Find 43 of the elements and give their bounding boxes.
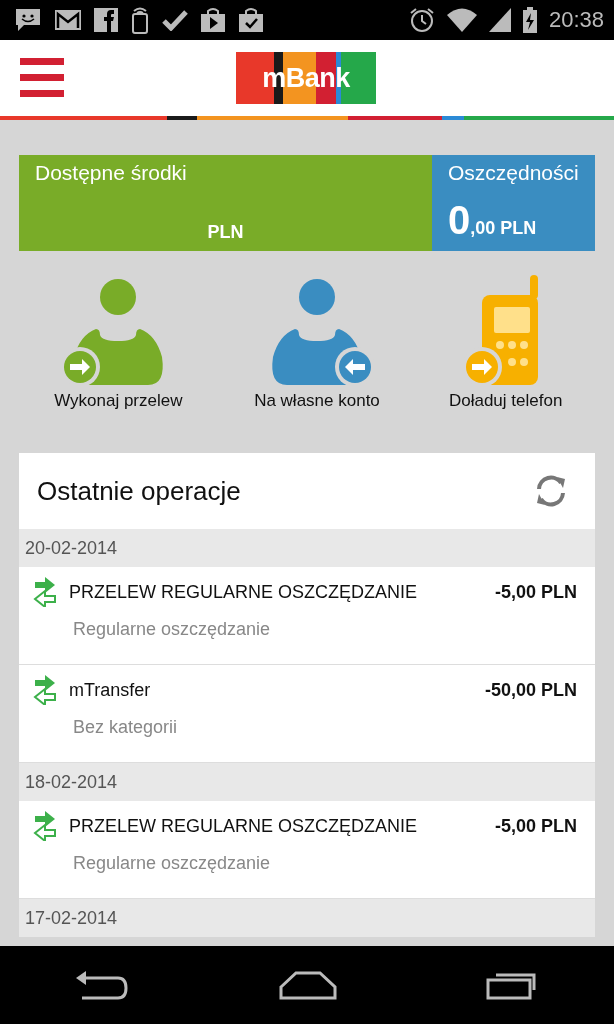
transfer-arrows-icon xyxy=(33,675,57,705)
transfer-arrows-icon xyxy=(33,811,57,841)
action-button[interactable]: Wykonaj przelew xyxy=(48,275,189,411)
savings-amount: 0,00 PLN xyxy=(448,198,538,243)
operation-category: Regularne oszczędzanie xyxy=(73,619,272,640)
operation-category: Bez kategorii xyxy=(73,717,179,738)
date-label: 17-02-2014 xyxy=(25,907,118,929)
savings-label: Oszczędności xyxy=(448,161,580,185)
play-store-icon xyxy=(200,7,226,33)
operation-amount: -50,00 PLN xyxy=(484,679,577,701)
available-funds-label: Dostępne środki xyxy=(35,161,187,185)
wifi-icon xyxy=(446,8,477,32)
operation-amount: -5,00 PLN xyxy=(494,581,577,603)
operation-title: mTransfer xyxy=(69,679,152,701)
operation-category: Regularne oszczędzanie xyxy=(73,853,272,874)
card-title: Ostatnie operacje xyxy=(37,475,241,507)
operation-row[interactable]: PRZELEW REGULARNE OSZCZĘDZANIE -5,00 PLN Regularne oszczędzanie xyxy=(19,567,595,665)
back-button[interactable] xyxy=(74,970,130,1000)
menu-button[interactable] xyxy=(20,58,64,98)
home-button[interactable] xyxy=(278,970,338,1000)
transfer-arrows-icon xyxy=(33,577,57,607)
operation-amount: -5,00 PLN xyxy=(494,815,577,837)
phone-icon xyxy=(130,6,150,34)
date-label: 20-02-2014 xyxy=(25,537,118,559)
alarm-icon xyxy=(408,7,435,33)
operation-title: PRZELEW REGULARNE OSZCZĘDZANIE xyxy=(69,581,419,603)
menu-icon xyxy=(20,58,64,98)
mail-icon xyxy=(54,9,82,31)
facebook-icon xyxy=(94,8,118,32)
battery-icon xyxy=(522,7,537,33)
action-button[interactable]: Doładuj telefon xyxy=(445,275,566,411)
shopping-bag-icon xyxy=(238,7,264,33)
chat-icon xyxy=(14,7,42,33)
savings-panel[interactable]: Oszczędności 0,00 PLN xyxy=(432,155,595,251)
status-time: 20:38 xyxy=(548,7,604,33)
back-icon xyxy=(74,970,130,1000)
home-icon xyxy=(278,970,338,1000)
signal-icon xyxy=(488,8,511,32)
operation-title: PRZELEW REGULARNE OSZCZĘDZANIE xyxy=(69,815,419,837)
available-funds-currency: PLN xyxy=(207,222,244,243)
check-icon xyxy=(162,9,188,31)
date-label: 18-02-2014 xyxy=(25,771,118,793)
action-button[interactable]: Na własne konto xyxy=(247,275,387,411)
